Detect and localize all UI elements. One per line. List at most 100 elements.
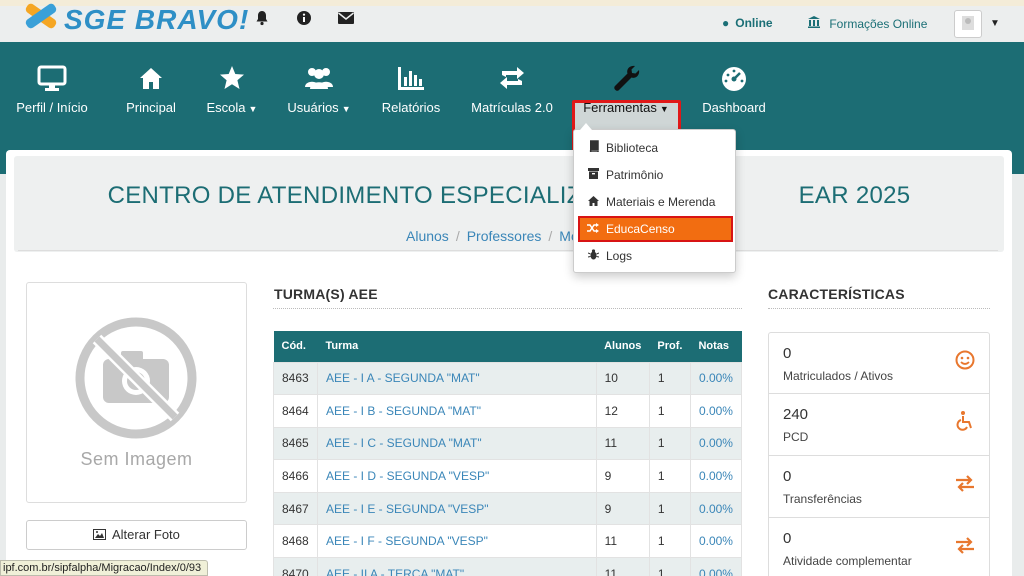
caracteristicas-title: CARACTERÍSTICAS bbox=[768, 286, 905, 302]
stats-list: 0 Matriculados / Ativos 240 PCD 0 Transf… bbox=[768, 332, 990, 576]
nav-usuarios[interactable]: Usuários ▼ bbox=[284, 62, 354, 132]
app-logo[interactable]: SGE BRAVO! bbox=[22, 0, 249, 40]
institution-icon bbox=[808, 16, 823, 31]
cell-turma-link[interactable]: AEE - I B - SEGUNDA "MAT" bbox=[316, 394, 597, 428]
no-camera-icon bbox=[75, 317, 197, 439]
cell-cod: 8470 bbox=[273, 557, 318, 576]
page-title-right: EAR 2025 bbox=[798, 182, 911, 209]
cell-alunos: 11 bbox=[595, 524, 650, 559]
nav-perfil-inicio[interactable]: Perfil / Início bbox=[16, 62, 88, 132]
nav-ferramentas[interactable]: Ferramentas ▼ bbox=[580, 62, 672, 132]
user-icon: ● bbox=[722, 16, 730, 30]
formacoes-label: Formações Online bbox=[829, 17, 928, 31]
formacoes-online-link[interactable]: Formações Online bbox=[808, 16, 927, 31]
col-prof: Prof. bbox=[649, 331, 691, 362]
logo-text: SGE BRAVO! bbox=[64, 4, 250, 35]
cell-alunos: 12 bbox=[595, 394, 650, 428]
menu-item-logs[interactable]: Logs bbox=[574, 243, 735, 269]
breadcrumb-professores[interactable]: Professores bbox=[467, 228, 542, 244]
stat-value: 240 bbox=[783, 406, 809, 423]
star-icon bbox=[220, 66, 244, 89]
stat-transferencias[interactable]: 0 Transferências bbox=[768, 456, 990, 518]
status-url: ipf.com.br/sipfalpha/Migracao/Index/0/93 bbox=[0, 560, 209, 576]
nav-label: Perfil / Início bbox=[16, 100, 88, 115]
online-status[interactable]: ● Online bbox=[722, 16, 773, 30]
cell-notas-link[interactable]: 0.00% bbox=[689, 524, 743, 559]
nav-label: Escola bbox=[206, 100, 246, 115]
page-title-left: CENTRO DE ATENDIMENTO ESPECIALIZADO bbox=[107, 182, 635, 209]
monitor-icon bbox=[37, 65, 67, 91]
menu-item-label: Biblioteca bbox=[606, 141, 659, 155]
table-header-row: Cód. Turma Alunos Prof. Notas bbox=[273, 331, 742, 362]
content-card: CENTRO DE ATENDIMENTO ESPECIALIZADO EAR 2… bbox=[6, 150, 1012, 576]
nav-label: Dashboard bbox=[702, 100, 766, 115]
breadcrumb-alunos[interactable]: Alunos bbox=[406, 228, 449, 244]
caret-down-icon: ▼ bbox=[659, 104, 669, 114]
col-turma: Turma bbox=[317, 331, 597, 362]
menu-item-label: Patrimônio bbox=[606, 168, 664, 182]
image-icon bbox=[93, 527, 112, 542]
cell-turma-link[interactable]: AEE - I A - SEGUNDA "MAT" bbox=[316, 361, 597, 396]
nav-dashboard[interactable]: Dashboard bbox=[700, 62, 768, 132]
caret-down-icon: ▼ bbox=[248, 104, 258, 114]
cell-alunos: 10 bbox=[595, 361, 650, 396]
nav-matriculas[interactable]: Matrículas 2.0 bbox=[470, 62, 554, 132]
dashboard-icon bbox=[722, 67, 746, 91]
cell-cod: 8466 bbox=[273, 459, 318, 493]
wheelchair-icon bbox=[953, 410, 977, 434]
cell-notas-link[interactable]: 0.00% bbox=[689, 394, 743, 428]
envelope-icon[interactable] bbox=[336, 10, 356, 28]
cell-notas-link[interactable]: 0.00% bbox=[689, 426, 743, 461]
table-row: 8463 AEE - I A - SEGUNDA "MAT" 10 1 0.00… bbox=[273, 361, 743, 396]
bar-chart-icon bbox=[398, 67, 424, 90]
cell-prof: 1 bbox=[648, 491, 691, 526]
stat-matriculados[interactable]: 0 Matriculados / Ativos bbox=[768, 332, 990, 394]
divider bbox=[768, 308, 990, 309]
cell-turma-link[interactable]: AEE - II A - TERÇA "MAT" bbox=[316, 557, 597, 576]
info-icon[interactable] bbox=[294, 10, 314, 28]
nav-principal[interactable]: Principal bbox=[122, 62, 180, 132]
ferramentas-dropdown: Biblioteca Patrimônio Materiais e Merend… bbox=[573, 123, 736, 273]
cell-alunos: 9 bbox=[595, 459, 650, 493]
cell-prof: 1 bbox=[648, 459, 691, 493]
book-icon bbox=[586, 135, 600, 161]
menu-item-label: EducaCenso bbox=[606, 222, 675, 236]
nav-escola[interactable]: Escola ▼ bbox=[204, 62, 260, 132]
page-title: CENTRO DE ATENDIMENTO ESPECIALIZADO EAR 2… bbox=[14, 182, 1004, 210]
stat-label: Matriculados / Ativos bbox=[783, 369, 894, 383]
nav-label: Ferramentas bbox=[583, 100, 657, 115]
stat-atividade-complementar[interactable]: 0 Atividade complementar bbox=[768, 518, 990, 576]
cell-notas-link[interactable]: 0.00% bbox=[689, 459, 743, 493]
stat-value: 0 bbox=[783, 530, 792, 547]
cell-notas-link[interactable]: 0.00% bbox=[689, 491, 743, 526]
home-icon bbox=[586, 189, 600, 215]
smile-icon bbox=[953, 349, 977, 373]
avatar[interactable] bbox=[954, 10, 982, 38]
menu-item-biblioteca[interactable]: Biblioteca bbox=[574, 135, 735, 161]
menu-item-materiais-merenda[interactable]: Materiais e Merenda bbox=[574, 189, 735, 215]
cell-turma-link[interactable]: AEE - I F - SEGUNDA "VESP" bbox=[316, 524, 597, 559]
stat-label: PCD bbox=[783, 430, 809, 444]
cell-cod: 8467 bbox=[273, 491, 318, 526]
cell-notas-link[interactable]: 0.00% bbox=[689, 361, 743, 396]
cell-turma-link[interactable]: AEE - I C - SEGUNDA "MAT" bbox=[316, 426, 597, 461]
cell-turma-link[interactable]: AEE - I E - SEGUNDA "VESP" bbox=[316, 491, 597, 526]
nav-relatorios[interactable]: Relatórios bbox=[380, 62, 442, 132]
alterar-foto-button[interactable]: Alterar Foto bbox=[26, 520, 247, 550]
nav-label: Principal bbox=[126, 100, 176, 115]
users-icon bbox=[305, 68, 333, 89]
menu-item-patrimonio[interactable]: Patrimônio bbox=[574, 162, 735, 188]
stat-pcd[interactable]: 240 PCD bbox=[768, 394, 990, 456]
cell-prof: 1 bbox=[648, 426, 691, 461]
chevron-down-icon[interactable]: ▼ bbox=[990, 18, 1000, 29]
cell-turma-link[interactable]: AEE - I D - SEGUNDA "VESP" bbox=[316, 459, 597, 493]
logo-mark-icon bbox=[22, 2, 60, 35]
cell-prof: 1 bbox=[648, 524, 691, 559]
cell-notas-link[interactable]: 0.00% bbox=[689, 557, 743, 576]
bell-icon[interactable] bbox=[252, 10, 272, 28]
breadcrumb: Alunos / Professores / Mo bbox=[406, 228, 579, 244]
archive-icon bbox=[586, 162, 600, 188]
divider bbox=[18, 250, 998, 251]
bug-icon bbox=[586, 243, 600, 269]
menu-item-educacenso[interactable]: EducaCenso bbox=[578, 216, 733, 242]
